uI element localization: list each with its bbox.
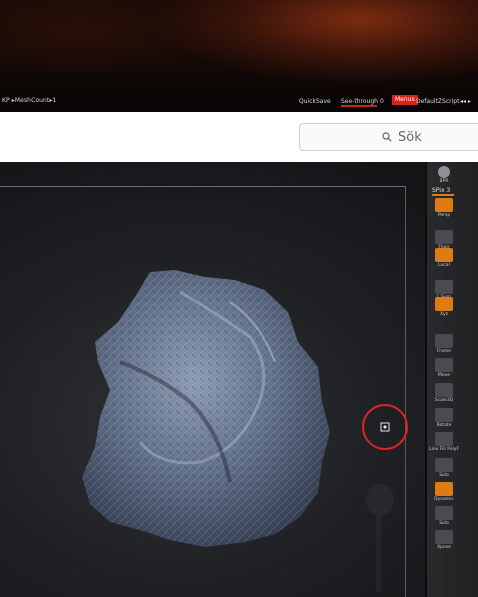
mesh-count-breadcrumb: KP ▸MeshCount▸1 (2, 97, 57, 104)
nav-arrows-icon[interactable]: ◂◂ ▸ (460, 98, 471, 105)
palette-button-icon (435, 198, 453, 212)
see-through-slider[interactable] (341, 105, 377, 107)
palette-button-11[interactable]: Solo (433, 458, 455, 478)
palette-button-icon (435, 383, 453, 397)
palette-button-9[interactable]: Rotate (433, 408, 455, 428)
palette-button-icon (435, 297, 453, 311)
palette-button-label: Scale3D (434, 398, 454, 403)
palette-button-2[interactable]: Floor (433, 230, 455, 250)
search-placeholder: Sök (398, 129, 422, 145)
palette-button-label: Move (437, 373, 451, 378)
menus-button[interactable]: Menus (392, 95, 418, 105)
palette-button-3[interactable]: Local (433, 248, 455, 268)
palette-button-icon (435, 358, 453, 372)
search-input[interactable]: Sök (299, 123, 478, 151)
palette-button-icon (435, 248, 453, 262)
palette-button-label: Solo (439, 521, 449, 526)
sculpt-cursor-icon (380, 422, 390, 432)
sculpt-cursor[interactable] (362, 404, 408, 450)
bpr-button[interactable]: BPR (433, 166, 455, 184)
palette-button-10[interactable]: Line Fill PolyF (429, 432, 459, 452)
palette-button-icon (435, 408, 453, 422)
top-photo-band: KP ▸MeshCount▸1 QuickSave See-through 0 … (0, 0, 478, 112)
spix-slider[interactable] (432, 194, 454, 196)
palette-button-label: Rotate (436, 423, 452, 428)
palette-button-14[interactable]: Xpose (433, 530, 455, 550)
palette-button-icon (435, 230, 453, 244)
palette-button-label: Solo (439, 473, 449, 478)
palette-button-icon (435, 506, 453, 520)
sculpt-viewport[interactable] (0, 162, 425, 597)
right-tool-palette: BPR SPix 3 PerspFloorLocalL.SymXyzFrameM… (425, 162, 478, 597)
palette-button-label: Line Fill PolyF (428, 447, 460, 452)
palette-button-6[interactable]: Frame (433, 334, 455, 354)
palette-button-label: Dynamic (434, 497, 454, 502)
palette-button-7[interactable]: Move (433, 358, 455, 378)
palette-button-icon (435, 334, 453, 348)
palette-button-icon (435, 458, 453, 472)
zbrush-top-bar: KP ▸MeshCount▸1 QuickSave See-through 0 … (0, 94, 478, 108)
see-through-value: 0 (380, 98, 384, 105)
palette-button-icon (435, 432, 453, 446)
search-strip: Sök (0, 112, 478, 162)
palette-button-label: Xpose (437, 545, 451, 550)
search-icon (382, 132, 392, 142)
bpr-label: BPR (439, 179, 449, 184)
palette-button-label: Persp (437, 213, 451, 218)
palette-button-1[interactable]: Persp (433, 198, 455, 218)
see-through-slider-label[interactable]: See-through (341, 98, 378, 105)
palette-button-5[interactable]: Xyz (433, 297, 455, 317)
palette-button-icon (435, 530, 453, 544)
palette-edge (425, 162, 427, 597)
lamp-reflection-image (366, 484, 394, 592)
palette-button-label: Xyz (439, 312, 449, 317)
palette-button-icon (435, 482, 453, 496)
palette-button-icon (435, 280, 453, 294)
spix-label[interactable]: SPix 3 (432, 187, 450, 194)
palette-button-8[interactable]: Scale3D (433, 383, 455, 403)
quicksave-button[interactable]: QuickSave (299, 98, 331, 105)
palette-button-label: Frame (436, 349, 452, 354)
bpr-icon (438, 166, 450, 178)
palette-button-12[interactable]: Dynamic (433, 482, 455, 502)
palette-button-label: Local (438, 263, 450, 268)
default-zscript-button[interactable]: DefaultZScript (416, 98, 459, 105)
palette-button-13[interactable]: Solo (433, 506, 455, 526)
